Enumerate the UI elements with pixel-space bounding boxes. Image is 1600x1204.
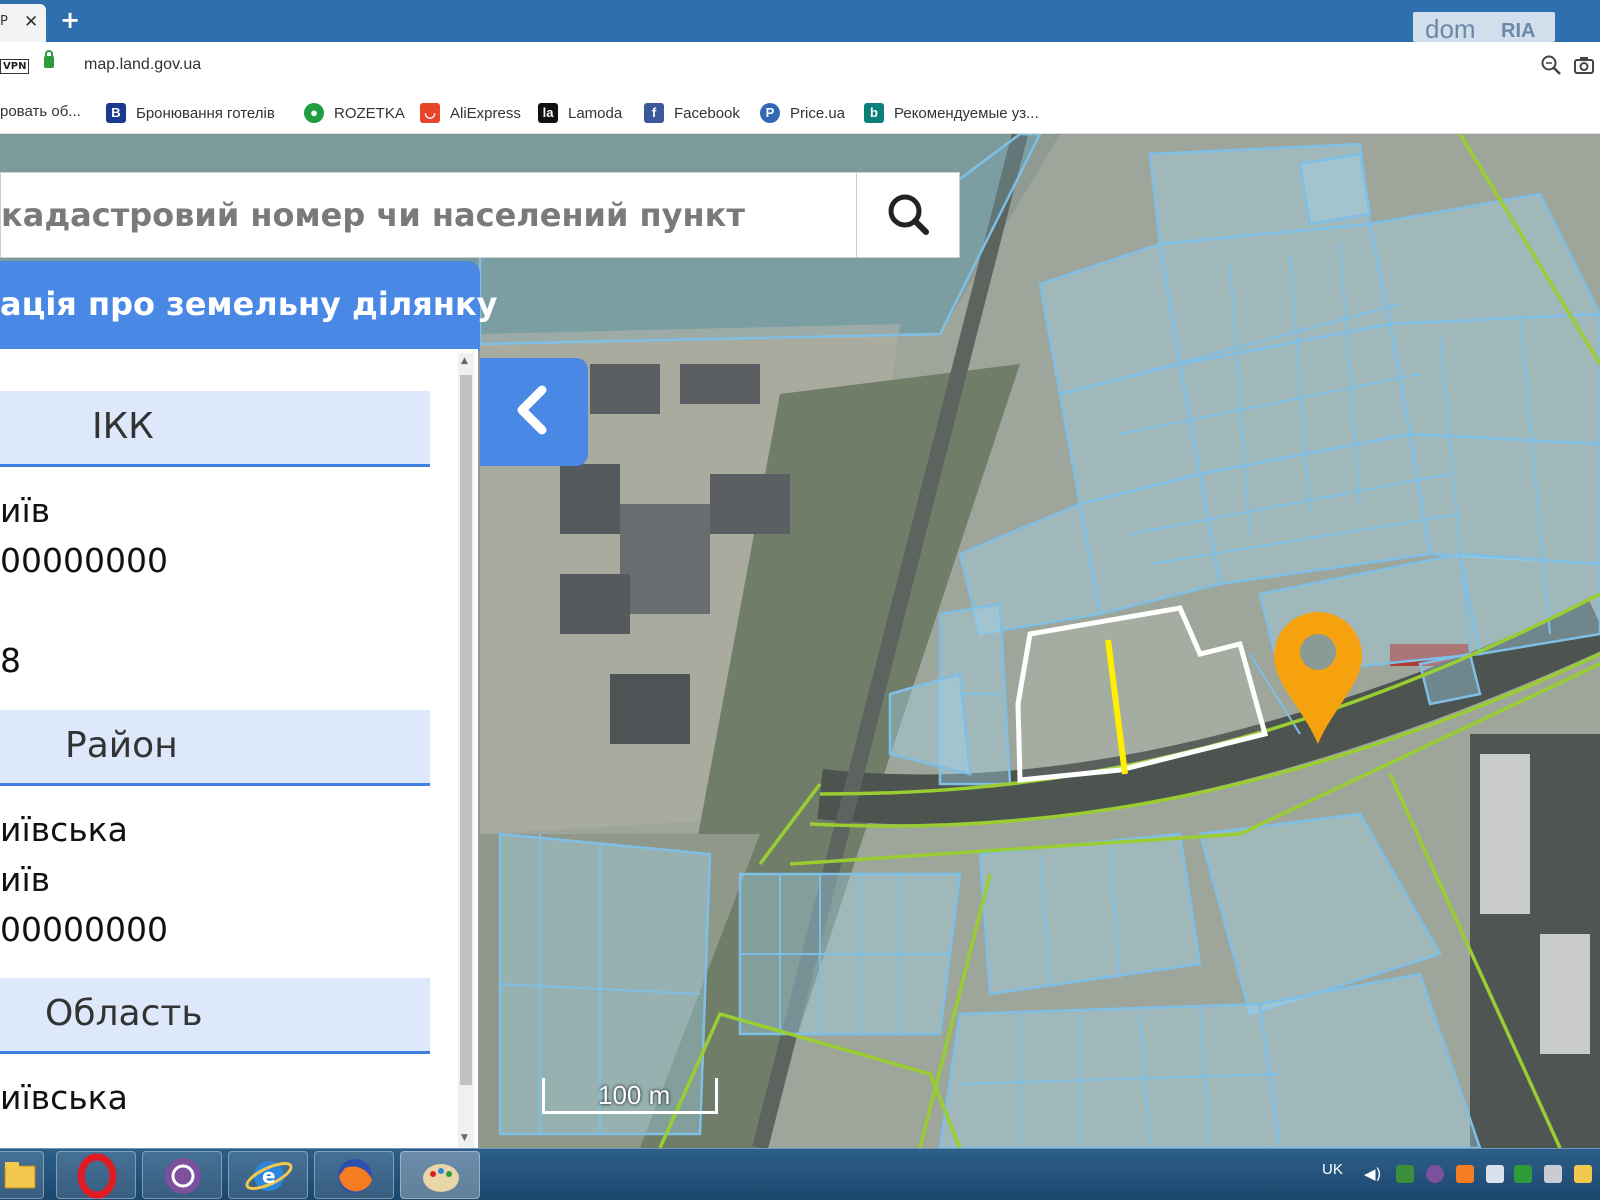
rayon-value-1: иївська [0, 810, 128, 849]
oblast-value-1: иївська [0, 1078, 128, 1117]
watermark-dom: dom [1425, 14, 1476, 44]
price-icon: P [760, 103, 780, 123]
bookmark-item[interactable]: f Facebook [644, 103, 740, 123]
bookmark-item[interactable]: la Lamoda [538, 103, 622, 123]
parcel-info-header: ація про земельну ділянку [0, 261, 498, 351]
firefox-icon[interactable] [314, 1151, 394, 1199]
update-icon[interactable] [1514, 1165, 1532, 1183]
section-label: ІКК [92, 406, 154, 447]
panel-title: ація про земельну ділянку [0, 285, 498, 323]
rayon-value-3: 00000000 [0, 910, 168, 949]
section-ikk: ІКК [0, 391, 430, 467]
domria-watermark: dom RIA [1413, 12, 1555, 44]
ikk-value-2: 00000000 [0, 541, 168, 580]
search-icon [888, 194, 929, 235]
section-label: Область [45, 993, 203, 1034]
bookmarks-bar: ровать об... B Бронювання готелів ● ROZETK… [0, 94, 1600, 134]
bookmark-label: Бронювання готелів [136, 104, 275, 122]
bookmark-label: ROZETKA [334, 104, 405, 122]
vpn-badge[interactable]: VPN [0, 59, 30, 74]
map-scale: 100 m [542, 1078, 718, 1114]
aliexpress-icon: ◡ [420, 103, 440, 123]
language-indicator[interactable]: UK [1322, 1161, 1343, 1178]
opera-icon[interactable] [56, 1151, 136, 1199]
bookmark-label: ровать об... [0, 103, 81, 120]
zoom-icon[interactable] [1540, 54, 1562, 81]
scroll-thumb[interactable] [460, 375, 472, 1085]
watermark-ria: RIA [1501, 20, 1536, 42]
bookmark-item[interactable]: P Price.ua [760, 103, 845, 123]
bookmark-item[interactable]: B Бронювання готелів [106, 103, 275, 123]
nvidia-icon[interactable] [1396, 1165, 1414, 1183]
notification-icon[interactable] [1574, 1165, 1592, 1183]
lock-icon[interactable] [44, 50, 54, 68]
close-tab-icon[interactable]: ✕ [24, 12, 38, 32]
viber-icon[interactable] [142, 1151, 222, 1199]
cadastral-map[interactable]: ація про земельну ділянку ІКК иїв 000000… [0, 134, 1600, 1148]
browser-tab[interactable]: Р ✕ [0, 4, 46, 42]
bookmark-label: Facebook [674, 104, 740, 122]
browser-tab-bar: Р ✕ + dom RIA [0, 0, 1600, 44]
windows-taskbar: e UK ◀) [0, 1148, 1600, 1200]
bookmark-item[interactable]: b Рекомендуемые уз... [864, 103, 1039, 123]
tray-app-icon[interactable] [1456, 1165, 1474, 1183]
scroll-down-icon[interactable]: ▼ [461, 1133, 468, 1143]
lamoda-icon: la [538, 103, 558, 123]
snapshot-icon[interactable] [1573, 54, 1595, 81]
volume-icon[interactable]: ◀) [1364, 1165, 1382, 1183]
viber-tray-icon[interactable] [1426, 1165, 1444, 1183]
section-oblast: Область [0, 978, 430, 1054]
tab-title: Р [0, 14, 8, 29]
rayon-value-2: иїв [0, 860, 51, 899]
search-bar [0, 172, 858, 258]
bookmark-label: AliExpress [450, 104, 521, 122]
bookmark-item[interactable]: ровать об... [0, 103, 81, 120]
booking-icon: B [106, 103, 126, 123]
bookmark-label: Lamoda [568, 104, 623, 122]
bing-icon: b [864, 103, 884, 123]
rozetka-icon: ● [304, 103, 324, 123]
bookmark-item[interactable]: ● ROZETKA [304, 103, 405, 123]
search-input[interactable] [1, 173, 857, 257]
bookmark-item[interactable]: ◡ AliExpress [420, 103, 521, 123]
ikk-value-1: иїв [0, 491, 51, 530]
paint-icon[interactable] [400, 1151, 480, 1199]
section-rayon: Район [0, 710, 430, 786]
new-tab-button[interactable]: + [60, 6, 80, 34]
section-label: Район [65, 725, 178, 766]
facebook-icon: f [644, 103, 664, 123]
network-icon[interactable] [1486, 1165, 1504, 1183]
settings-icon[interactable] [1544, 1165, 1562, 1183]
parcel-info-panel: ІКК иїв 00000000 8 Район иївська иїв 000… [0, 349, 478, 1148]
ie-icon[interactable]: e [228, 1151, 308, 1199]
search-button[interactable] [856, 172, 960, 258]
url-field[interactable]: map.land.gov.ua [84, 56, 201, 74]
scale-label: 100 m [598, 1080, 671, 1110]
bookmark-label: Рекомендуемые уз... [894, 104, 1039, 122]
address-bar: VPN map.land.gov.ua [0, 42, 1600, 94]
ikk-value-4: 8 [0, 641, 21, 680]
collapse-panel-button[interactable] [480, 358, 588, 466]
bookmark-label: Price.ua [790, 104, 846, 122]
explorer-icon[interactable] [0, 1151, 44, 1199]
chevron-left-icon [517, 385, 547, 435]
scroll-up-icon[interactable]: ▲ [461, 356, 468, 366]
panel-scrollbar[interactable]: ▲ ▼ [458, 353, 474, 1148]
svg-text:e: e [262, 1164, 276, 1188]
